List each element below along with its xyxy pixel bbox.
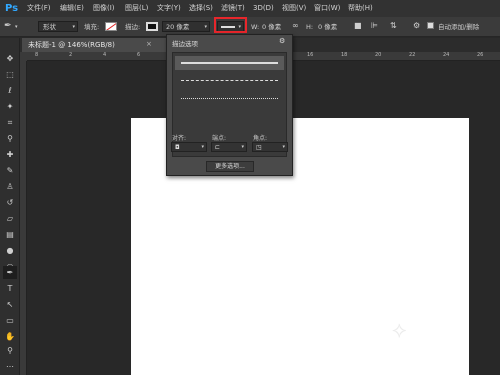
height-label: H:	[306, 23, 314, 31]
stroke-width-value: 20 像素	[166, 23, 190, 31]
align-inside-icon: ◘	[175, 144, 180, 151]
fill-swatch[interactable]	[105, 22, 117, 31]
menu-type[interactable]: 文字(Y)	[157, 3, 181, 13]
menu-window[interactable]: 窗口(W)	[314, 3, 340, 13]
zoom-tool-icon[interactable]: ⚲	[3, 344, 17, 357]
width-label: W:	[251, 23, 260, 31]
blur-tool-icon[interactable]: ●	[3, 244, 17, 257]
miter-join-icon: ◳	[256, 144, 262, 151]
path-operations-icon[interactable]: ■	[354, 21, 362, 31]
ruler-mark: 16	[307, 52, 314, 58]
path-selection-tool-icon[interactable]: ↖	[3, 298, 17, 311]
lasso-tool-icon[interactable]: ℓ	[3, 84, 17, 97]
document-tab-label: 未标题-1 @ 146%(RGB/8)	[28, 41, 115, 49]
stroke-options-panel: 描边选项 ⚙ 对齐: 端点: 角点: ◘ ▾ ⊏ ▾ ◳ ▾ 更多选项...	[166, 34, 293, 176]
photoshop-logo: Ps	[5, 3, 19, 14]
stroke-width-field[interactable]: 20 像素 ▾	[162, 21, 210, 32]
stroke-style-dashed[interactable]	[175, 74, 284, 88]
corners-dropdown[interactable]: ◳ ▾	[252, 142, 288, 152]
close-icon[interactable]: ×	[146, 40, 152, 48]
menu-bar: Ps 文件(F) 编辑(E) 图像(I) 图层(L) 文字(Y) 选择(S) 滤…	[0, 0, 500, 17]
hand-tool-icon[interactable]: ✋	[3, 330, 17, 343]
mode-dropdown[interactable]: 形状 ▾	[38, 21, 78, 32]
path-alignment-icon[interactable]: ⊫	[371, 21, 378, 31]
link-icon[interactable]: ∞	[292, 21, 299, 31]
crop-tool-icon[interactable]: ⌗	[3, 116, 17, 129]
magic-wand-tool-icon[interactable]: ✦	[3, 100, 17, 113]
marquee-tool-icon[interactable]: ⬚	[3, 68, 17, 81]
mode-value: 形状	[43, 23, 56, 31]
auto-add-delete-checkbox[interactable]	[427, 22, 434, 29]
chevron-down-icon[interactable]: ▾	[15, 22, 18, 32]
type-tool-icon[interactable]: T	[3, 282, 17, 295]
ruler-mark: 20	[375, 52, 382, 58]
ruler-mark: 22	[409, 52, 416, 58]
auto-add-delete-label: 自动添加/删除	[438, 23, 480, 31]
watermark-logo: ⟡	[392, 318, 407, 343]
ruler-mark: 6	[137, 52, 141, 58]
healing-brush-tool-icon[interactable]: ✚	[3, 148, 17, 161]
more-tools-icon[interactable]: …	[3, 358, 17, 371]
stroke-style-dotted[interactable]	[175, 92, 284, 106]
chevron-down-icon: ▾	[282, 144, 285, 150]
document-tab[interactable]: 未标题-1 @ 146%(RGB/8) ×	[22, 38, 182, 52]
eyedropper-tool-icon[interactable]: ⚲	[3, 132, 17, 145]
tools-panel: ✥ ⬚ ℓ ✦ ⌗ ⚲ ✚ ✎ ♙ ↺ ▱ ▤ ● ◒ ✒ T ↖ ▭ ✋ ⚲ …	[0, 38, 20, 375]
stroke-options-title: 描边选项	[172, 40, 198, 48]
caps-dropdown[interactable]: ⊏ ▾	[211, 142, 247, 152]
more-options-button[interactable]: 更多选项...	[206, 161, 254, 172]
corners-label: 角点:	[253, 135, 268, 142]
ruler-mark: 26	[477, 52, 484, 58]
ruler-mark: 4	[103, 52, 107, 58]
ruler-mark: 2	[69, 52, 73, 58]
chevron-down-icon: ▾	[201, 144, 204, 150]
clone-stamp-tool-icon[interactable]: ♙	[3, 180, 17, 193]
chevron-down-icon: ▾	[241, 144, 244, 150]
menu-edit[interactable]: 编辑(E)	[60, 3, 84, 13]
dashed-line-preview	[181, 80, 278, 81]
gear-icon[interactable]: ⚙	[413, 21, 420, 31]
menu-select[interactable]: 选择(S)	[189, 3, 213, 13]
ruler-mark: 24	[443, 52, 450, 58]
menu-file[interactable]: 文件(F)	[27, 3, 51, 13]
solid-line-preview	[181, 62, 278, 64]
pen-tool-icon[interactable]: ✒	[4, 21, 12, 31]
menu-image[interactable]: 图像(I)	[93, 3, 115, 13]
gear-icon[interactable]: ⚙	[279, 37, 285, 45]
dotted-line-preview	[181, 98, 278, 99]
align-label: 对齐:	[172, 135, 187, 142]
align-dropdown[interactable]: ◘ ▾	[171, 142, 207, 152]
ruler-mark: 8	[35, 52, 39, 58]
menu-filter[interactable]: 滤镜(T)	[221, 3, 245, 13]
stroke-swatch[interactable]	[146, 22, 158, 31]
stroke-style-solid[interactable]	[175, 56, 284, 70]
chevron-down-icon: ▾	[204, 24, 207, 30]
height-value[interactable]: 0 像素	[318, 22, 337, 32]
fill-label: 填充:	[84, 23, 100, 31]
menu-view[interactable]: 视图(V)	[282, 3, 306, 13]
menu-help[interactable]: 帮助(H)	[348, 3, 373, 13]
shape-tool-icon[interactable]: ▭	[3, 314, 17, 327]
path-arrangement-icon[interactable]: ⇅	[390, 21, 397, 31]
vertical-ruler[interactable]	[20, 61, 27, 375]
chevron-down-icon: ▾	[72, 24, 75, 30]
butt-cap-icon: ⊏	[215, 144, 221, 151]
pen-tool-icon[interactable]: ✒	[3, 266, 17, 279]
ruler-mark: 18	[341, 52, 348, 58]
brush-tool-icon[interactable]: ✎	[3, 164, 17, 177]
menu-layer[interactable]: 图层(L)	[125, 3, 148, 13]
menu-3d[interactable]: 3D(D)	[253, 3, 274, 13]
ruler-corner	[20, 52, 27, 61]
eraser-tool-icon[interactable]: ▱	[3, 212, 17, 225]
width-value[interactable]: 0 像素	[262, 22, 281, 32]
history-brush-tool-icon[interactable]: ↺	[3, 196, 17, 209]
stroke-type-highlight	[214, 17, 247, 33]
caps-label: 端点:	[212, 135, 227, 142]
gradient-tool-icon[interactable]: ▤	[3, 228, 17, 241]
move-tool-icon[interactable]: ✥	[3, 52, 17, 65]
stroke-label: 描边:	[125, 23, 141, 31]
